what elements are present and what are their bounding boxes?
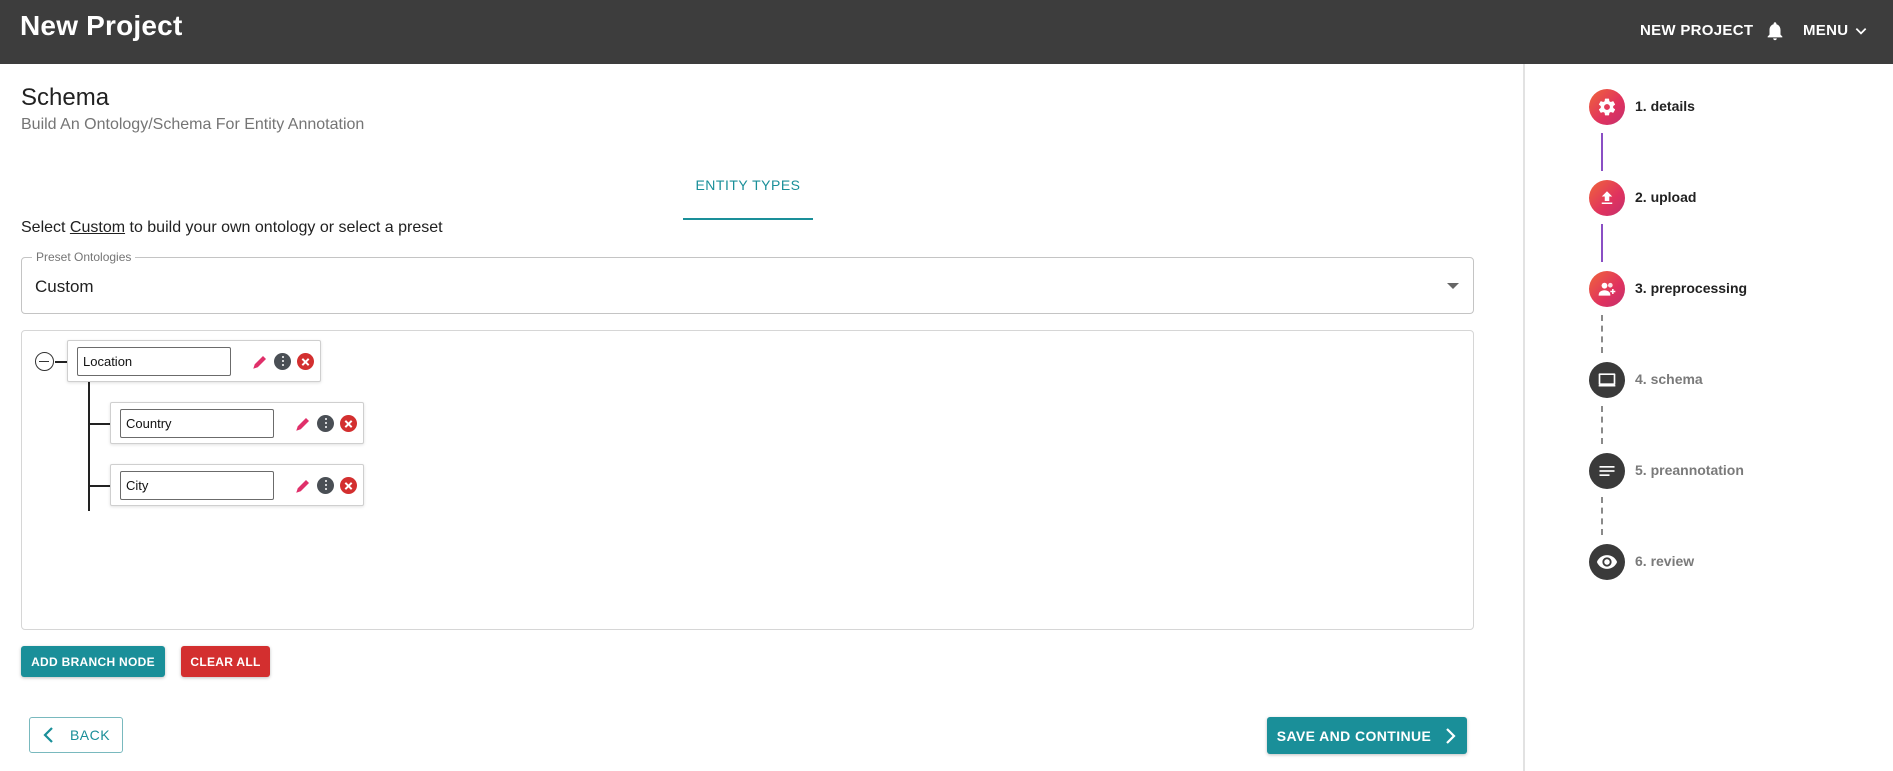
custom-link[interactable]: Custom [70, 219, 125, 236]
node-name-input[interactable] [120, 409, 274, 438]
more-vert-icon[interactable] [317, 477, 334, 494]
more-vert-icon[interactable] [274, 353, 291, 370]
step-circle [1589, 544, 1625, 580]
step-upload[interactable]: 2. upload [1589, 180, 1889, 216]
save-and-continue-button[interactable]: SAVE AND CONTINUE [1267, 717, 1467, 754]
gear-icon [1598, 98, 1616, 116]
chevron-left-icon [43, 727, 53, 743]
monitor-icon [1598, 373, 1616, 387]
step-label: 1. details [1635, 98, 1695, 114]
clear-all-button[interactable]: CLEAR ALL [181, 646, 270, 677]
step-label: 3. preprocessing [1635, 280, 1748, 296]
page-title: Schema [21, 84, 110, 111]
tab-indicator [683, 218, 813, 220]
pen-icon[interactable] [294, 477, 312, 495]
tree-connector [88, 485, 111, 487]
node-name-input[interactable] [77, 347, 231, 376]
back-label: BACK [69, 727, 111, 743]
step-label: 6. review [1635, 553, 1695, 569]
delete-icon[interactable] [340, 415, 357, 432]
hint-prefix: Select [21, 219, 70, 236]
preset-ontologies-select[interactable]: Preset Ontologies Custom [21, 250, 1474, 314]
add-branch-node-button[interactable]: ADD BRANCH NODE [21, 646, 165, 677]
top-app-bar: New Project NEW PROJECT MENU [0, 0, 1893, 64]
tree-node-child [110, 402, 364, 444]
tab-entity-types[interactable]: ENTITY TYPES [683, 176, 813, 220]
chevron-right-icon [1446, 727, 1456, 744]
step-circle [1589, 362, 1625, 398]
step-label: 2. upload [1635, 189, 1697, 205]
ontology-tree [21, 330, 1474, 630]
chevron-down-icon [1856, 27, 1867, 35]
pen-icon[interactable] [294, 415, 312, 433]
project-stepper: 1. details 2. upload 3. preprocessing 4.… [1525, 64, 1893, 771]
tree-connector [88, 423, 111, 425]
tree-connector [88, 381, 90, 511]
tab-entity-types-label: ENTITY TYPES [695, 177, 801, 193]
tree-node-child [110, 464, 364, 506]
tree-node-root [67, 340, 321, 382]
preset-ontologies-label: Preset Ontologies [32, 250, 136, 264]
preset-selected-value: Custom [35, 277, 94, 296]
step-review[interactable]: 6. review [1589, 544, 1889, 580]
page-subtitle: Build An Ontology/Schema For Entity Anno… [21, 116, 365, 133]
step-details[interactable]: 1. details [1589, 89, 1889, 125]
step-preprocessing[interactable]: 3. preprocessing [1589, 271, 1889, 307]
step-circle [1589, 180, 1625, 216]
step-circle [1589, 453, 1625, 489]
menu-button[interactable]: MENU [1803, 22, 1868, 39]
new-project-link[interactable]: NEW PROJECT [1640, 22, 1753, 39]
save-continue-label: SAVE AND CONTINUE [1276, 727, 1432, 744]
step-preannotation[interactable]: 5. preannotation [1589, 453, 1889, 489]
back-button[interactable]: BACK [29, 717, 123, 753]
step-label: 4. schema [1635, 371, 1703, 387]
app-title: New Project [20, 10, 183, 41]
step-circle [1589, 89, 1625, 125]
tree-connector [55, 361, 67, 363]
hint-suffix: to build your own ontology or select a p… [125, 219, 443, 236]
delete-icon[interactable] [297, 353, 314, 370]
collapse-node-icon[interactable] [35, 352, 54, 371]
upload-icon [1601, 191, 1613, 204]
pen-icon[interactable] [251, 353, 269, 371]
step-schema[interactable]: 4. schema [1589, 362, 1889, 398]
caret-down-icon [1447, 283, 1459, 289]
more-vert-icon[interactable] [317, 415, 334, 432]
eye-icon [1596, 555, 1618, 569]
bell-icon[interactable] [1764, 19, 1786, 43]
main-content: Schema Build An Ontology/Schema For Enti… [0, 64, 1523, 771]
text-lines-icon [1599, 466, 1615, 476]
step-label: 5. preannotation [1635, 462, 1744, 478]
people-icon [1598, 282, 1616, 296]
node-name-input[interactable] [120, 471, 274, 500]
delete-icon[interactable] [340, 477, 357, 494]
preset-hint: Select Custom to build your own ontology… [21, 219, 443, 237]
step-circle [1589, 271, 1625, 307]
menu-label: MENU [1803, 22, 1849, 39]
